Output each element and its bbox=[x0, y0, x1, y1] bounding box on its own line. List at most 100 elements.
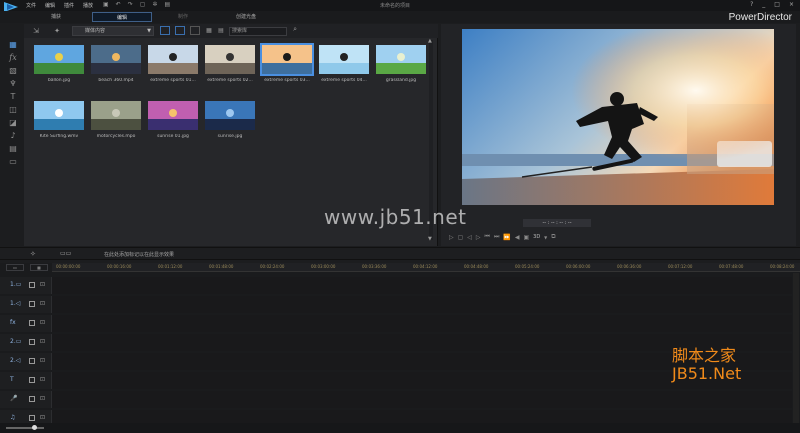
mode-switch-icon[interactable]: ▭▭ bbox=[60, 250, 71, 257]
thumbnail-image bbox=[34, 45, 84, 74]
track-enable-checkbox[interactable] bbox=[29, 320, 35, 326]
media-thumbnail[interactable]: ballon.jpg bbox=[34, 45, 84, 83]
track-lane[interactable] bbox=[52, 391, 792, 408]
stop-icon[interactable]: ▢ bbox=[458, 234, 464, 241]
zoom-slider[interactable] bbox=[6, 427, 44, 429]
next-clip-icon[interactable]: ⏭ bbox=[494, 233, 499, 241]
media-thumbnail[interactable]: extreme sports 01... bbox=[148, 45, 198, 83]
scroll-up-icon[interactable]: ▲ bbox=[428, 38, 432, 44]
menu-item-edit[interactable]: 编辑 bbox=[45, 2, 55, 9]
subtitle-room-icon[interactable]: ▭ bbox=[6, 156, 20, 167]
title-room-icon[interactable]: T bbox=[6, 91, 20, 102]
image-filter-icon[interactable] bbox=[175, 26, 185, 35]
track-enable-checkbox[interactable] bbox=[29, 301, 35, 307]
track-lane[interactable] bbox=[52, 277, 792, 294]
lock-icon[interactable]: ⊡ bbox=[40, 357, 45, 364]
media-thumbnail[interactable]: beach 360.mp4 bbox=[91, 45, 141, 83]
lock-icon[interactable]: ⊡ bbox=[40, 338, 45, 345]
audio-mixing-icon[interactable]: ◪ bbox=[6, 117, 20, 128]
close-button[interactable]: × bbox=[789, 1, 794, 8]
scroll-down-icon[interactable]: ▼ bbox=[428, 236, 432, 242]
prev-clip-icon[interactable]: ⏮ bbox=[485, 233, 490, 241]
zoom-slider-handle[interactable] bbox=[32, 425, 37, 430]
tab-edit[interactable]: 编辑 bbox=[92, 12, 152, 22]
media-thumbnail[interactable]: sunrise.jpg bbox=[205, 101, 255, 139]
lock-icon[interactable]: ⊡ bbox=[40, 319, 45, 326]
volume-icon[interactable]: ◀ bbox=[515, 234, 520, 241]
lock-icon[interactable]: ⊡ bbox=[40, 395, 45, 402]
menu-item-file[interactable]: 文件 bbox=[26, 2, 36, 9]
search-icon[interactable]: ⌕ bbox=[293, 26, 297, 33]
tab-create-disc[interactable]: 创建光盘 bbox=[228, 12, 264, 22]
tab-capture[interactable]: 捕获 bbox=[45, 12, 67, 22]
play-icon[interactable]: ▷ bbox=[449, 234, 454, 241]
view-grid-icon[interactable]: ▦ bbox=[204, 26, 214, 36]
track-enable-checkbox[interactable] bbox=[29, 358, 35, 364]
timeline-view-button[interactable]: ▭ bbox=[6, 264, 24, 271]
timeline-scrollbar[interactable] bbox=[793, 273, 799, 423]
lock-icon[interactable]: ⊡ bbox=[40, 300, 45, 307]
particle-room-icon[interactable]: ♆ bbox=[6, 78, 20, 89]
media-filter-select[interactable]: 媒体内容 ▼ bbox=[72, 26, 154, 36]
preview-frame[interactable] bbox=[462, 29, 774, 205]
undo-icon[interactable]: ↶ bbox=[116, 2, 121, 8]
save-icon[interactable]: ▣ bbox=[103, 2, 109, 8]
settings-icon[interactable]: ✲ bbox=[152, 2, 157, 8]
next-frame-icon[interactable]: ▷ bbox=[476, 234, 481, 241]
lock-icon[interactable]: ⊡ bbox=[40, 281, 45, 288]
window-controls: ? _ □ × bbox=[750, 1, 794, 8]
track-enable-checkbox[interactable] bbox=[29, 282, 35, 288]
media-room-icon[interactable]: ▦ bbox=[6, 39, 20, 50]
voice-over-icon[interactable]: ♪ bbox=[6, 130, 20, 141]
video-filter-icon[interactable] bbox=[160, 26, 170, 35]
pip-room-icon[interactable]: ▧ bbox=[6, 65, 20, 76]
minimize-button[interactable]: _ bbox=[762, 1, 765, 8]
chevron-down-icon[interactable]: ▼ bbox=[544, 235, 547, 240]
help-button[interactable]: ? bbox=[750, 1, 753, 8]
lock-icon[interactable]: ⊡ bbox=[40, 414, 45, 421]
audio-filter-icon[interactable] bbox=[190, 26, 200, 35]
lock-icon[interactable]: ⊡ bbox=[40, 376, 45, 383]
media-thumbnail[interactable]: sunrise 01.jpg bbox=[148, 101, 198, 139]
track-lane[interactable] bbox=[52, 296, 792, 313]
media-thumbnail[interactable]: motorcycles.mpo bbox=[91, 101, 141, 139]
ruler-tick-label: 00:00:00:00 bbox=[56, 264, 81, 269]
snapshot-icon[interactable]: ▣ bbox=[523, 234, 529, 241]
maximize-button[interactable]: □ bbox=[774, 1, 780, 8]
library-toolbar: ⇲ ✦ 媒体内容 ▼ ▦ ▤ 搜索库 ⌕ bbox=[24, 24, 438, 38]
import-media-icon[interactable]: ⇲ bbox=[30, 26, 42, 36]
menu-item-playback[interactable]: 播放 bbox=[83, 2, 93, 9]
media-thumbnail[interactable]: extreme sports 02... bbox=[205, 45, 255, 83]
undock-icon[interactable]: ⧉ bbox=[551, 233, 555, 241]
plugin-icon[interactable]: ✦ bbox=[51, 26, 63, 36]
chapter-room-icon[interactable]: ▤ bbox=[6, 143, 20, 154]
redo-icon[interactable]: ↷ bbox=[128, 2, 133, 8]
track-enable-checkbox[interactable] bbox=[29, 415, 35, 421]
thumbnail-image bbox=[148, 45, 198, 74]
3d-mode-toggle[interactable]: 3D bbox=[533, 234, 540, 240]
tab-produce[interactable]: 制作 bbox=[172, 12, 194, 22]
menu-item-plugins[interactable]: 插件 bbox=[64, 2, 74, 9]
storyboard-view-button[interactable]: ▦ bbox=[30, 264, 48, 271]
track-enable-checkbox[interactable] bbox=[29, 396, 35, 402]
effects-room-icon[interactable]: fx bbox=[6, 52, 20, 63]
media-thumbnail[interactable]: extreme sports 04... bbox=[319, 45, 369, 83]
library-search-input[interactable]: 搜索库 ⌕ bbox=[229, 26, 297, 36]
tools-icon[interactable]: ✧ bbox=[30, 250, 36, 258]
view-list-icon[interactable]: ▤ bbox=[216, 26, 226, 36]
track-type-icon: T bbox=[10, 376, 14, 383]
media-thumbnail[interactable]: Kite Surfing.wmv bbox=[34, 101, 84, 139]
preferences-icon[interactable]: ▤ bbox=[164, 2, 170, 8]
fast-forward-icon[interactable]: ⏩ bbox=[503, 234, 510, 241]
timeline-ruler[interactable]: 00:00:00:00 00:00:16:00 00:01:12:00 00:01:4… bbox=[52, 263, 800, 272]
prev-frame-icon[interactable]: ◁ bbox=[467, 234, 472, 241]
media-thumbnail[interactable]: extreme sports 03... bbox=[260, 43, 314, 83]
thumbnail-caption: sunrise 01.jpg bbox=[157, 134, 189, 139]
track-enable-checkbox[interactable] bbox=[29, 339, 35, 345]
fit-icon[interactable]: ▢ bbox=[140, 2, 146, 8]
track-lane[interactable] bbox=[52, 315, 792, 332]
track-enable-checkbox[interactable] bbox=[29, 377, 35, 383]
thumbnail-caption: sunrise.jpg bbox=[217, 134, 243, 139]
transition-room-icon[interactable]: ◫ bbox=[6, 104, 20, 115]
media-thumbnail[interactable]: grassland.jpg bbox=[376, 45, 426, 83]
